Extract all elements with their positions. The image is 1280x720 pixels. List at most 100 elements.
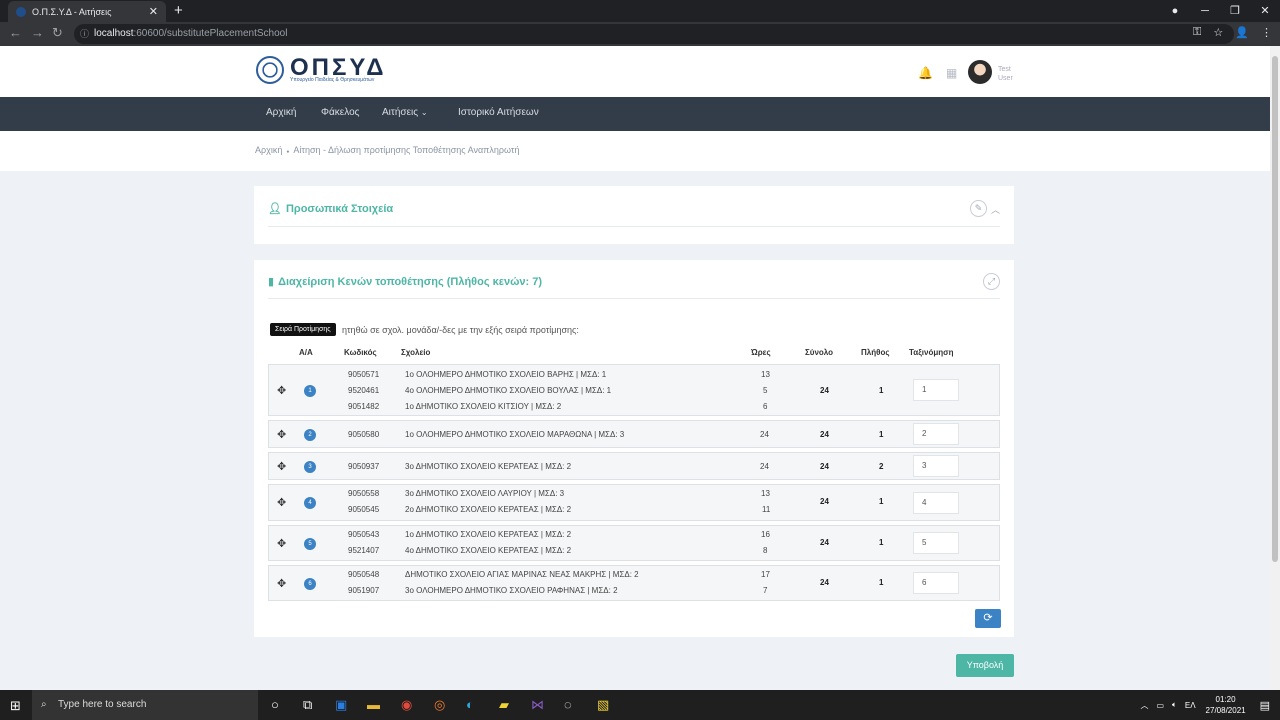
ranking-input[interactable]: 3: [913, 455, 959, 477]
cortana-icon[interactable]: ○: [271, 697, 279, 712]
top-navigation: Αρχική Φάκελος Αιτήσεις ⌄ Ιστορικό Αιτήσ…: [0, 97, 1270, 131]
rank-badge: 4: [304, 497, 316, 509]
forward-icon[interactable]: →: [31, 25, 44, 40]
wrench-icon[interactable]: ✎: [970, 200, 987, 217]
sql-tool-icon[interactable]: ▧: [597, 697, 609, 713]
task-view-icon[interactable]: ⧉: [303, 697, 312, 713]
notification-icon[interactable]: ▤: [1260, 699, 1270, 712]
breadcrumb-current: Αίτηση - Δήλωση προτίμησης Τοποθέτησης Α…: [293, 145, 520, 155]
volume-icon[interactable]: 🔈︎: [1172, 700, 1177, 710]
total-hours: 24: [820, 578, 829, 587]
nav-home[interactable]: Αρχική: [266, 107, 296, 118]
vacancy-count: 2: [879, 462, 884, 471]
nav-history[interactable]: Ιστορικό Αιτήσεων: [458, 107, 539, 118]
info-icon[interactable]: ⓘ: [80, 24, 89, 44]
profile-icon[interactable]: 👤: [1235, 26, 1249, 39]
network-icon[interactable]: ▭: [1156, 701, 1164, 710]
key-icon[interactable]: ⚿: [1193, 26, 1201, 39]
personal-info-title[interactable]: 👤︎ Προσωπικά Στοιχεία: [268, 202, 393, 215]
edge-icon[interactable]: ◐: [466, 697, 474, 712]
sticky-notes-icon[interactable]: ▰: [499, 697, 509, 713]
col-header-count[interactable]: Πλήθος: [861, 348, 889, 357]
taskbar-search-box[interactable]: ⌕ Type here to search: [32, 690, 258, 720]
vacancy-group[interactable]: ✥ 6 9050548 ΔΗΜΟΤΙΚΟ ΣΧΟΛΕΙΟ ΑΓΙΑΣ ΜΑΡΙΝ…: [268, 565, 1000, 601]
clock[interactable]: 01:20 27/08/2021: [1206, 694, 1246, 716]
ranking-input[interactable]: 6: [913, 572, 959, 594]
ministry-emblem-icon[interactable]: [256, 56, 284, 84]
vacancy-group[interactable]: ✥ 1 9050571 1ο ΟΛΟΗΜΕΡΟ ΔΗΜΟΤΙΚΟ ΣΧΟΛΕΙΟ…: [268, 364, 1000, 416]
ranking-input[interactable]: 5: [913, 532, 959, 554]
vacancies-title[interactable]: ▮ Διαχείριση Κενών τοποθέτησης (Πλήθος κε…: [268, 275, 542, 288]
book-icon: ▮: [268, 276, 275, 288]
refresh-button[interactable]: ⟳: [975, 609, 1001, 628]
language-indicator[interactable]: ΕΛ: [1185, 701, 1196, 710]
chevron-up-icon[interactable]: ︿: [991, 203, 1000, 216]
visual-studio-icon[interactable]: ⋈: [531, 697, 544, 713]
window-close-icon[interactable]: ✕: [1250, 0, 1280, 22]
drag-move-icon[interactable]: ✥: [277, 537, 286, 550]
page-scrollbar[interactable]: [1270, 46, 1280, 690]
panel-divider: [268, 226, 1000, 227]
vacancy-group[interactable]: ✥ 5 9050543 1ο ΔΗΜΟΤΙΚΟ ΣΧΟΛΕΙΟ ΚΕΡΑΤΕΑΣ…: [268, 525, 1000, 561]
ranking-input[interactable]: 2: [913, 423, 959, 445]
col-header-hours[interactable]: Ώρες: [751, 348, 771, 357]
total-hours: 24: [820, 462, 829, 471]
personal-info-panel: 👤︎ Προσωπικά Στοιχεία ✎ ︿: [254, 186, 1014, 244]
back-icon[interactable]: ←: [9, 25, 22, 40]
browser-profile-dot-icon[interactable]: ●: [1160, 0, 1190, 22]
school-name: 3ο ΔΗΜΟΤΙΚΟ ΣΧΟΛΕΙΟ ΛΑΥΡΙΟΥ | ΜΣΔ: 3: [405, 489, 565, 498]
nav-applications[interactable]: Αιτήσεις ⌄: [382, 107, 428, 118]
scrollbar-thumb[interactable]: [1272, 56, 1278, 562]
expand-icon[interactable]: ⤢: [983, 273, 1000, 290]
minimize-icon[interactable]: ─: [1190, 0, 1220, 22]
col-header-code[interactable]: Κωδικός: [344, 348, 377, 357]
rank-badge: 2: [304, 429, 316, 441]
menu-kebab-icon[interactable]: ⋮: [1261, 26, 1272, 39]
bell-icon[interactable]: 🔔: [918, 66, 933, 80]
restore-icon[interactable]: ❐: [1220, 0, 1250, 22]
bookmark-star-icon[interactable]: ☆: [1213, 26, 1223, 39]
drag-move-icon[interactable]: ✥: [277, 496, 286, 509]
nav-folder[interactable]: Φάκελος: [321, 107, 359, 118]
drag-move-icon[interactable]: ✥: [277, 577, 286, 590]
user-name-line2: User: [998, 75, 1013, 82]
outlook-icon[interactable]: ▣: [335, 697, 347, 713]
tab-close-icon[interactable]: ✕: [149, 5, 158, 18]
school-hours: 11: [762, 505, 771, 514]
col-header-ranking[interactable]: Ταξινόμηση: [909, 348, 953, 357]
breadcrumb-home[interactable]: Αρχική: [255, 145, 282, 155]
vacancy-group[interactable]: ✥ 4 9050558 3ο ΔΗΜΟΤΙΚΟ ΣΧΟΛΕΙΟ ΛΑΥΡΙΟΥ …: [268, 484, 1000, 521]
col-header-total[interactable]: Σύνολο: [805, 348, 833, 357]
tray-chevron-up-icon[interactable]: ︿: [1140, 700, 1148, 711]
chevron-down-icon: ⌄: [420, 108, 428, 117]
drag-move-icon[interactable]: ✥: [277, 428, 286, 441]
drag-move-icon[interactable]: ✥: [277, 460, 286, 473]
preference-intro-text: ητηθώ σε σχολ. μονάδα/-δες με την εξής σ…: [342, 325, 579, 335]
file-explorer-icon[interactable]: ▬: [367, 697, 380, 712]
school-hours: 7: [763, 586, 768, 595]
school-hours: 24: [760, 462, 769, 471]
school-hours: 13: [761, 489, 770, 498]
firefox-icon[interactable]: ◎: [434, 697, 445, 713]
calendar-icon[interactable]: ▦: [946, 66, 957, 80]
submit-button[interactable]: Υποβολή: [956, 654, 1014, 677]
address-bar[interactable]: ⓘ localhost:60600/substitutePlacementSch…: [74, 24, 1234, 44]
col-header-aa[interactable]: Α/Α: [299, 348, 313, 357]
browser-tab[interactable]: Ο.Π.Σ.Υ.Δ - Αιτήσεις ✕: [8, 1, 166, 22]
windows-taskbar: ⊞ ⌕ Type here to search ○ ⧉ ▣ ▬ ◉ ◎ ◐ ▰ …: [0, 690, 1280, 720]
vacancy-group[interactable]: ✥ 2 9050580 1ο ΟΛΟΗΜΕΡΟ ΔΗΜΟΤΙΚΟ ΣΧΟΛΕΙΟ…: [268, 420, 1000, 448]
user-name[interactable]: Test User: [998, 65, 1020, 83]
github-desktop-icon[interactable]: ◌: [564, 697, 572, 712]
ranking-input[interactable]: 4: [913, 492, 959, 514]
avatar[interactable]: [968, 60, 992, 84]
ranking-input[interactable]: 1: [913, 379, 959, 401]
col-header-school[interactable]: Σχολείο: [401, 348, 430, 357]
windows-start-icon[interactable]: ⊞: [10, 698, 21, 714]
school-name: 4ο ΔΗΜΟΤΙΚΟ ΣΧΟΛΕΙΟ ΚΕΡΑΤΕΑΣ | ΜΣΔ: 2: [405, 546, 572, 555]
reload-icon[interactable]: ↻: [52, 25, 63, 41]
chrome-icon[interactable]: ◉: [401, 697, 412, 713]
vacancy-group[interactable]: ✥ 3 9050937 3ο ΔΗΜΟΤΙΚΟ ΣΧΟΛΕΙΟ ΚΕΡΑΤΕΑΣ…: [268, 452, 1000, 480]
school-code: 9050571: [348, 370, 380, 379]
new-tab-icon[interactable]: +: [174, 2, 183, 19]
drag-move-icon[interactable]: ✥: [277, 384, 286, 397]
